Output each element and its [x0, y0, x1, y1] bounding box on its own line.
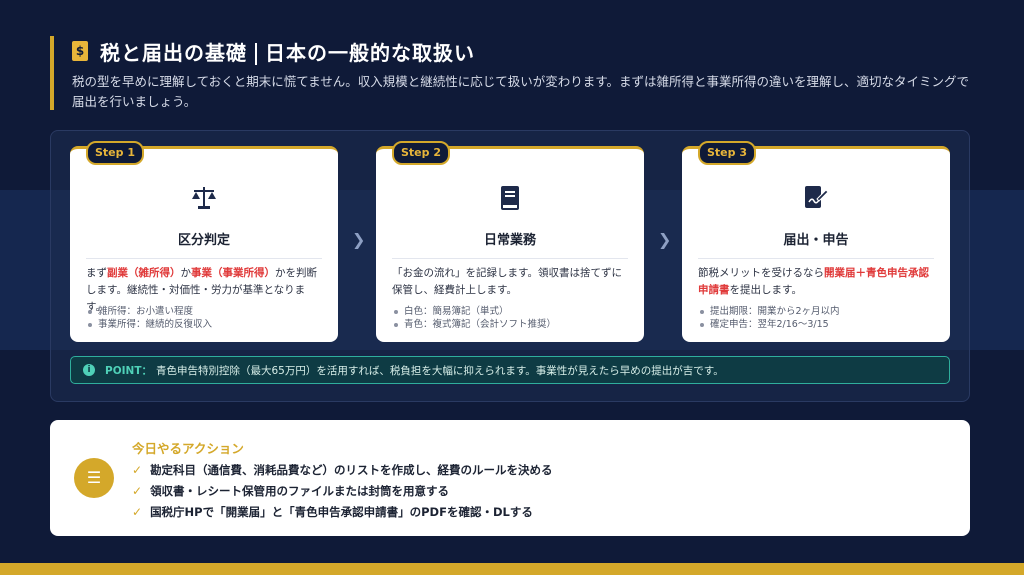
action-card: ☰ 今日やるアクション ✓ 勘定科目（通信費、消耗品費など）のリストを作成し、経費…: [50, 420, 970, 536]
action-title: 今日やるアクション: [132, 441, 244, 456]
list-item: 提出期限：開業から2ヶ月以内: [700, 305, 936, 318]
page-header: $ 税と届出の基礎 日本の一般的な取扱い 税の型を早めに理解しておくと期末に慌てま…: [50, 36, 980, 110]
check-icon: ✓: [132, 463, 143, 477]
list-item: ✓ 国税庁HPで「開業届」と「青色申告承認申請書」のPDFを確認・DLする: [132, 502, 553, 523]
title-row: $ 税と届出の基礎 日本の一般的な取扱い: [72, 36, 980, 66]
card-bullets: 提出期限：開業から2ヶ月以内 確定申告：翌年2/16〜3/15: [700, 305, 936, 331]
card-description: 節税メリットを受けるなら開業届＋青色申告承認申請書を提出します。: [698, 267, 929, 296]
list-item: 白色：簡易簿記（単式）: [394, 305, 630, 318]
signature-icon: [682, 185, 950, 215]
lead-text: 税の型を早めに理解しておくと期末に慌てません。収入規模と継続性に応じて扱いが変わ…: [72, 74, 970, 109]
point-callout: i POINT： 青色申告特別控除（最大65万円）を活用すれば、税負担を大幅に抑…: [70, 356, 950, 384]
step-badge: Step 3: [698, 141, 756, 165]
card-title: 日常業務: [392, 229, 628, 259]
list-item: 事業所得：継続的反復収入: [88, 318, 324, 331]
step-badge: Step 2: [392, 141, 450, 165]
page-title: 税と届出の基礎 日本の一般的な取扱い: [100, 40, 475, 65]
scale-icon: [70, 185, 338, 215]
list-item: 雑所得：お小遣い程度: [88, 305, 324, 318]
chevron-right-icon: ❯: [352, 230, 366, 249]
list-item: ✓ 勘定科目（通信費、消耗品費など）のリストを作成し、経費のルールを決める: [132, 460, 553, 481]
book-icon: [376, 185, 644, 215]
list-item: 青色：複式簿記（会計ソフト推奨）: [394, 318, 630, 331]
list-item: ✓ 領収書・レシート保管用のファイルまたは封筒を用意する: [132, 481, 553, 502]
bottom-accent-bar: [0, 563, 1024, 575]
card-title: 届出・申告: [698, 229, 934, 259]
list-item: 確定申告：翌年2/16〜3/15: [700, 318, 936, 331]
step-card-2: Step 2 日常業務 「お金の流れ」を記録します。領収書は捨てずに保管し、経費…: [376, 141, 644, 342]
point-text: 青色申告特別控除（最大65万円）を活用すれば、税負担を大幅に抑えられます。事業性…: [155, 364, 724, 377]
info-icon: i: [83, 364, 95, 376]
step-card-1: Step 1 区分判定 まず副業（雑所得）か事業（事業所得）かを判断します。継続…: [70, 141, 338, 342]
card-title: 区分判定: [86, 229, 322, 259]
checklist-icon: ☰: [74, 458, 114, 498]
point-label: POINT：: [105, 364, 152, 377]
step-badge: Step 1: [86, 141, 144, 165]
card-bullets: 雑所得：お小遣い程度 事業所得：継続的反復収入: [88, 305, 324, 331]
action-list: ✓ 勘定科目（通信費、消耗品費など）のリストを作成し、経費のルールを決める ✓ 領収…: [132, 460, 553, 523]
check-icon: ✓: [132, 505, 143, 519]
card-bullets: 白色：簡易簿記（単式） 青色：複式簿記（会計ソフト推奨）: [394, 305, 630, 331]
check-icon: ✓: [132, 484, 143, 498]
document-dollar-icon: $: [72, 41, 88, 61]
chevron-right-icon: ❯: [658, 230, 672, 249]
step-card-3: Step 3 届出・申告 節税メリットを受けるなら開業届＋青色申告承認申請書を提…: [682, 141, 950, 342]
card-description: 「お金の流れ」を記録します。領収書は捨てずに保管し、経費計上します。: [392, 267, 622, 296]
